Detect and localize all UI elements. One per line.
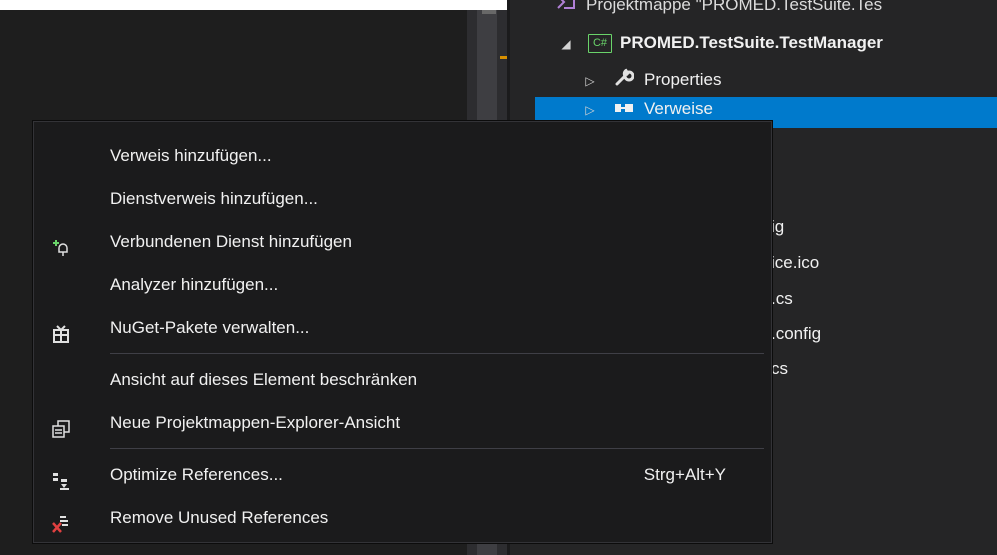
menu-item-add-connected-service[interactable]: Verbundenen Dienst hinzufügen: [34, 221, 771, 263]
menu-separator: [110, 353, 764, 354]
menu-separator: [110, 448, 764, 449]
expanded-arrow-icon[interactable]: ◢: [556, 32, 576, 56]
menu-item-remove-unused-references[interactable]: Remove Unused References: [34, 497, 771, 539]
remove-unused-references-icon: [51, 508, 71, 533]
menu-item-optimize-references[interactable]: Optimize References... Strg+Alt+Y: [34, 454, 771, 496]
properties-label: Properties: [644, 69, 722, 89]
connected-service-icon: [51, 232, 71, 256]
tree-item-partial[interactable]: .cs: [771, 287, 793, 311]
tree-item-partial[interactable]: cs: [771, 357, 788, 381]
menu-item-add-reference[interactable]: Verweis hinzufügen...: [34, 135, 771, 177]
collapsed-arrow-icon[interactable]: ▷: [580, 98, 600, 122]
menu-item-label: Analyzer hinzufügen...: [110, 275, 279, 294]
tree-item-partial[interactable]: .config: [771, 322, 821, 346]
menu-item-label: Remove Unused References: [110, 508, 329, 527]
menu-item-label: Optimize References...: [110, 465, 283, 484]
screen: Projektmappe "PROMED.TestSuite.Tes ◢ C# PR…: [0, 0, 997, 555]
tree-item-partial[interactable]: ice.ico: [771, 251, 819, 275]
solution-label: Projektmappe "PROMED.TestSuite.Tes: [586, 0, 883, 14]
wrench-icon: [614, 67, 635, 94]
menu-item-add-service-reference[interactable]: Dienstverweis hinzufügen...: [34, 178, 771, 220]
context-menu: Verweis hinzufügen... Dienstverweis hinz…: [33, 121, 772, 543]
references-label: Verweise: [644, 99, 713, 118]
new-explorer-view-icon: [51, 413, 71, 438]
tree-item-properties[interactable]: ▷ Properties: [556, 67, 721, 91]
menu-item-new-explorer-view[interactable]: Neue Projektmappen-Explorer-Ansicht: [34, 402, 771, 444]
menu-item-shortcut: Strg+Alt+Y: [643, 465, 726, 484]
solution-icon: [556, 0, 576, 18]
menu-item-label: Neue Projektmappen-Explorer-Ansicht: [110, 413, 401, 432]
csharp-project-icon: C#: [588, 34, 612, 54]
menu-item-label: Verbundenen Dienst hinzufügen: [110, 232, 352, 251]
menu-item-label: Ansicht auf dieses Element beschränken: [110, 370, 418, 389]
menu-item-label: Dienstverweis hinzufügen...: [110, 189, 318, 208]
optimize-references-icon: [51, 465, 71, 490]
menu-item-label: NuGet-Pakete verwalten...: [110, 318, 310, 337]
references-icon: [614, 98, 634, 122]
menu-item-manage-nuget[interactable]: NuGet-Pakete verwalten...: [34, 307, 771, 349]
menu-item-scope-to-this[interactable]: Ansicht auf dieses Element beschränken: [34, 359, 771, 401]
menu-item-label: Verweis hinzufügen...: [110, 146, 272, 165]
tree-item-partial[interactable]: ig: [771, 215, 784, 239]
nuget-package-icon: [51, 318, 71, 343]
collapsed-arrow-icon[interactable]: ▷: [580, 69, 600, 93]
menu-item-add-analyzer[interactable]: Analyzer hinzufügen...: [34, 264, 771, 306]
project-label: PROMED.TestSuite.TestManager: [620, 33, 883, 52]
tree-item-solution[interactable]: Projektmappe "PROMED.TestSuite.Tes: [556, 0, 882, 17]
scrollbar-marker: [482, 10, 496, 14]
tree-item-project[interactable]: ◢ C# PROMED.TestSuite.TestManager: [556, 31, 883, 55]
